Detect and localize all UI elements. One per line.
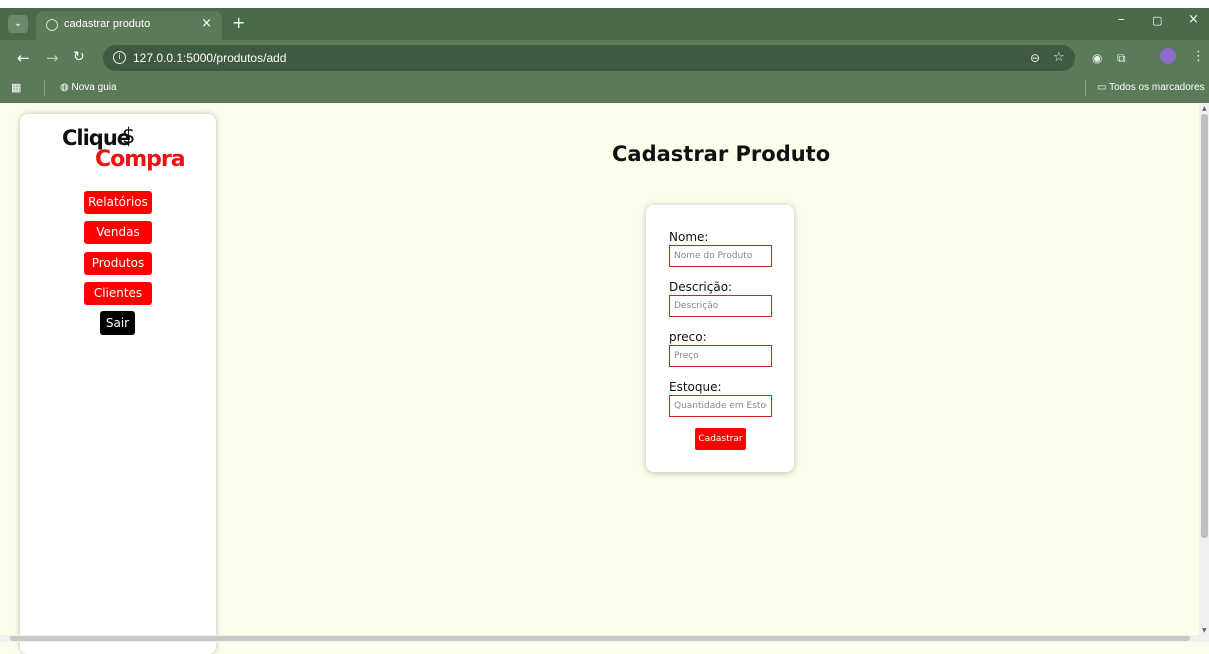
extension-icon[interactable]: ◉ xyxy=(1092,51,1102,65)
extensions-puzzle-icon[interactable]: ⧉ xyxy=(1117,51,1126,66)
bookmarks-bar xyxy=(0,76,1209,103)
cadastrar-button[interactable]: Cadastrar xyxy=(695,428,746,450)
restore-icon[interactable]: ▢ xyxy=(1152,14,1162,27)
new-tab-icon[interactable]: + xyxy=(232,13,245,32)
window-close-icon[interactable]: × xyxy=(1188,12,1199,27)
vertical-scrollbar-thumb[interactable] xyxy=(1201,114,1208,538)
clientes-button[interactable]: Clientes xyxy=(84,282,152,305)
estoque-label: Estoque: xyxy=(669,380,722,394)
bookmark-star-icon[interactable]: ☆ xyxy=(1053,50,1065,65)
all-bookmarks-label: Todos os marcadores xyxy=(1109,82,1205,93)
browser-tab[interactable]: cadastrar produto × xyxy=(36,11,222,40)
nome-input[interactable] xyxy=(669,245,772,267)
bookmark-label: Nova guia xyxy=(71,82,117,93)
url-text[interactable]: 127.0.0.1:5000/produtos/add xyxy=(133,51,286,65)
vendas-button[interactable]: Vendas xyxy=(84,221,152,244)
profile-avatar-icon[interactable] xyxy=(1160,48,1176,64)
bookmark-nova-guia[interactable]: ◍ Nova guia xyxy=(60,82,117,93)
tab-close-icon[interactable]: × xyxy=(201,16,212,31)
preco-input[interactable] xyxy=(669,345,772,367)
folder-icon: ▭ xyxy=(1097,82,1107,93)
address-bar[interactable]: i 127.0.0.1:5000/produtos/add xyxy=(103,45,1075,71)
descricao-input[interactable] xyxy=(669,295,772,317)
sair-button[interactable]: Sair xyxy=(100,311,135,335)
reload-icon[interactable]: ↻ xyxy=(73,49,85,65)
zoom-icon[interactable]: ⊖ xyxy=(1030,51,1040,65)
browser-menu-icon[interactable]: ⋮ xyxy=(1192,49,1205,64)
tab-title: cadastrar produto xyxy=(64,18,151,30)
produtos-button[interactable]: Produtos xyxy=(84,252,152,275)
page-title: Cadastrar Produto xyxy=(612,142,831,166)
product-form: Nome: Descrição: preco: Estoque: Cadastr… xyxy=(646,205,794,472)
logo-compra: Compra xyxy=(95,147,186,172)
scroll-down-arrow-icon[interactable]: ▼ xyxy=(1202,627,1207,634)
minimize-icon[interactable]: – xyxy=(1118,12,1125,27)
bookmarks-separator xyxy=(44,80,45,96)
horizontal-scrollbar-thumb[interactable] xyxy=(10,636,1190,641)
scroll-up-arrow-icon[interactable]: ▲ xyxy=(1202,105,1207,112)
nome-label: Nome: xyxy=(669,230,709,244)
descricao-label: Descrição: xyxy=(669,280,733,294)
globe-icon: ◍ xyxy=(60,82,69,93)
apps-grid-icon[interactable]: ▦ xyxy=(11,81,21,94)
forward-arrow-icon[interactable]: → xyxy=(46,49,59,67)
back-arrow-icon[interactable]: ← xyxy=(17,49,30,67)
sidebar: Clique $ Compra Relatórios Vendas Produt… xyxy=(20,114,216,654)
tab-search-chevron-icon[interactable]: ⌄ xyxy=(8,15,28,33)
logo-dollar: $ xyxy=(122,124,136,148)
all-bookmarks-button[interactable]: ▭ Todos os marcadores xyxy=(1097,82,1205,93)
preco-label: preco: xyxy=(669,330,707,344)
site-info-icon[interactable]: i xyxy=(113,51,126,64)
window-top-strip xyxy=(0,0,1209,8)
bookmarks-separator xyxy=(1085,80,1086,96)
relatorios-button[interactable]: Relatórios xyxy=(84,191,152,214)
globe-icon xyxy=(46,19,58,31)
estoque-input[interactable] xyxy=(669,395,772,417)
